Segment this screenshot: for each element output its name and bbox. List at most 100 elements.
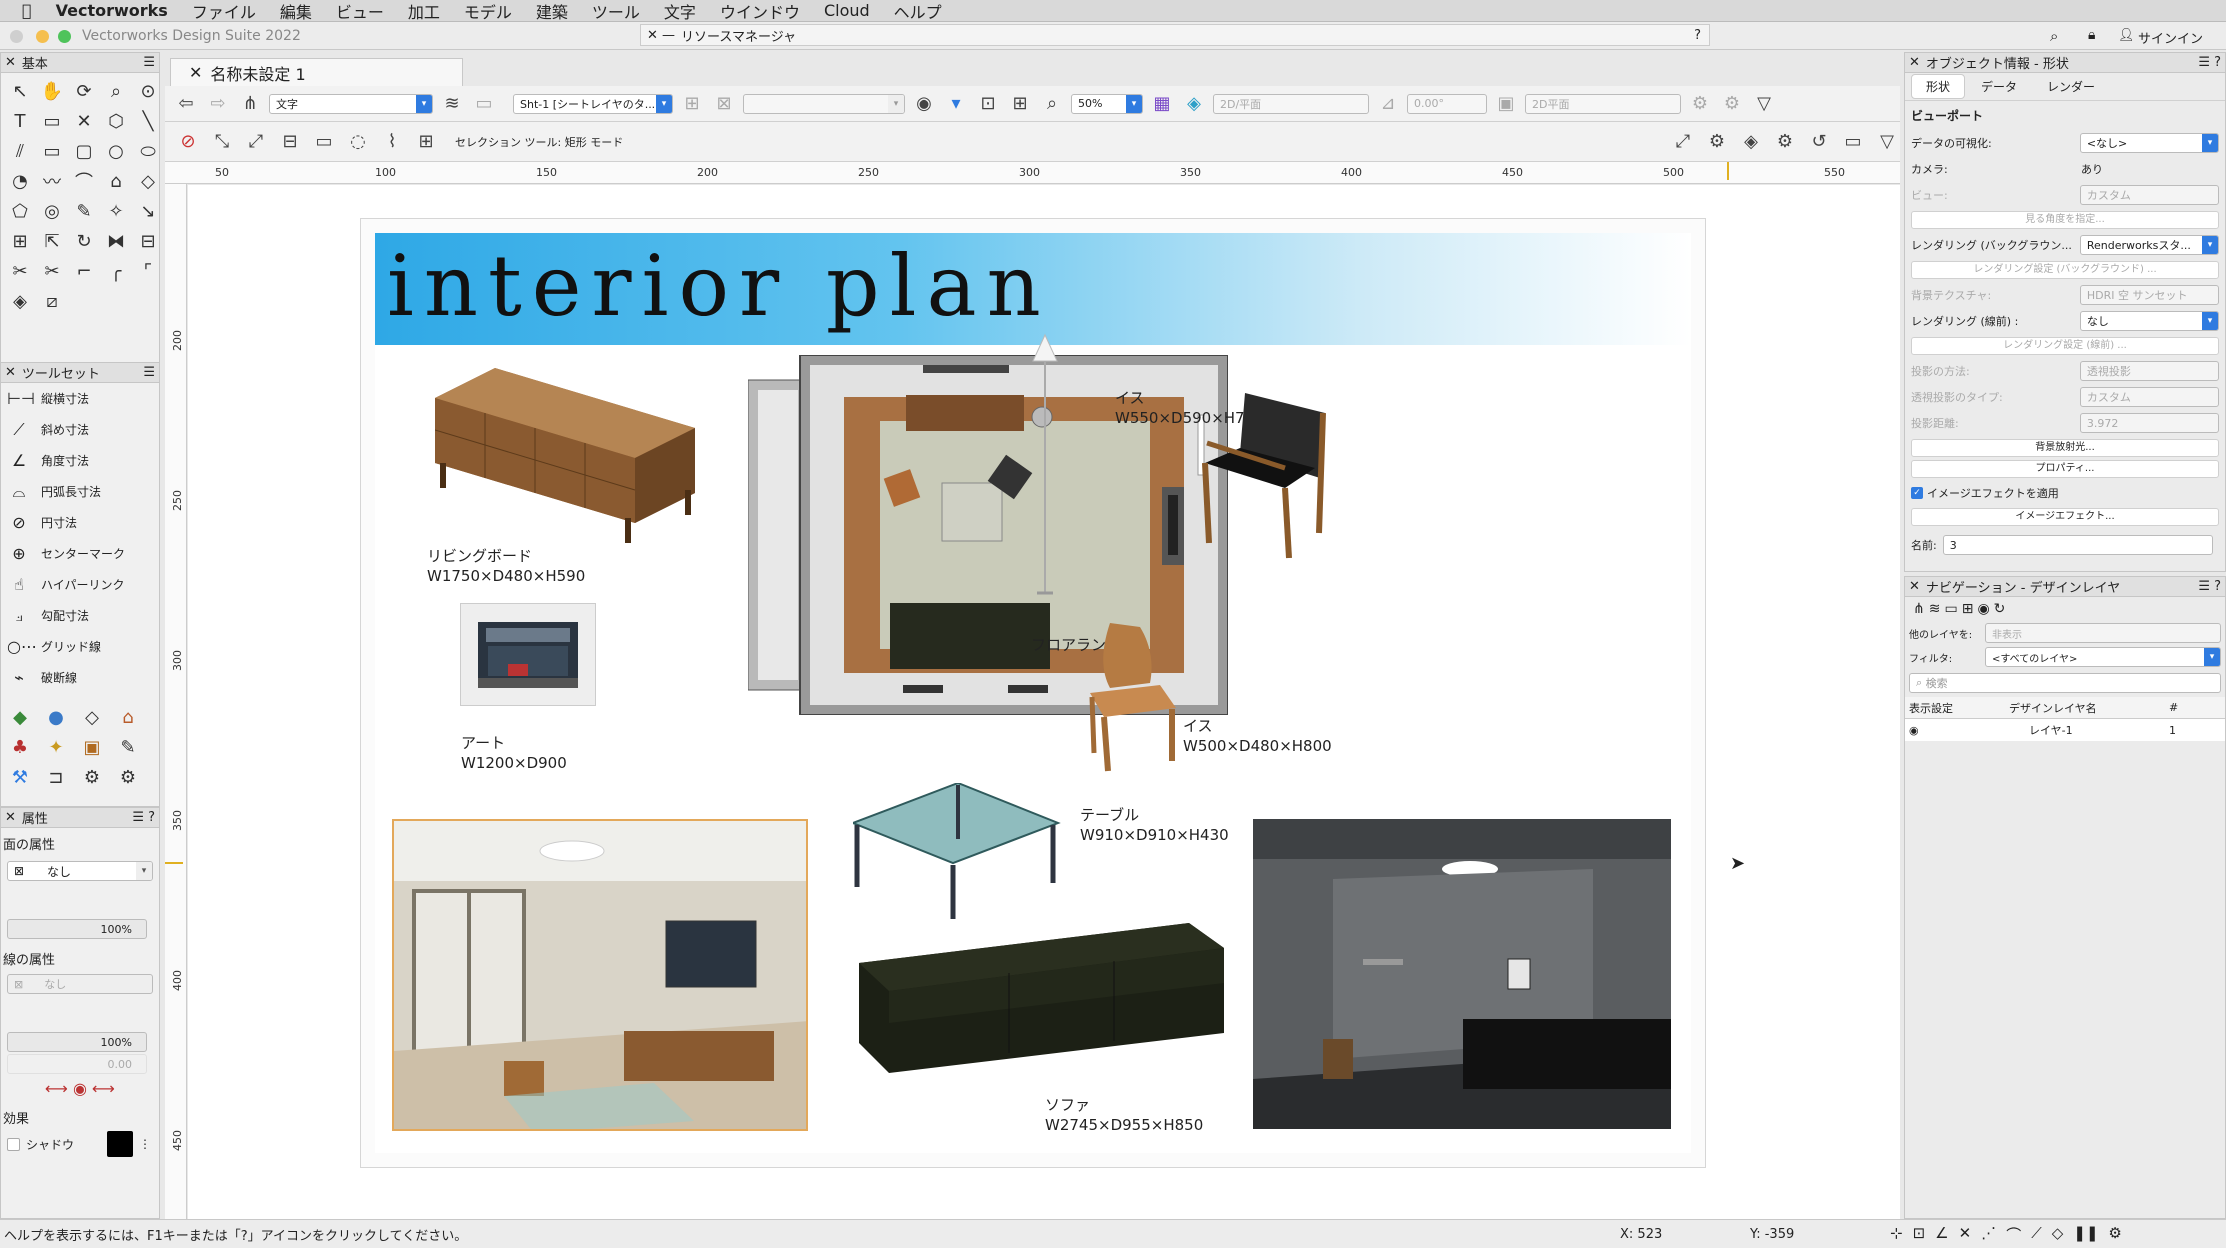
- rectangle-tool-icon[interactable]: ▭: [37, 137, 67, 165]
- menu-modify[interactable]: 加工: [396, 0, 452, 23]
- projection-distance-field[interactable]: 3.972: [2079, 413, 2219, 433]
- layers-icon[interactable]: ≋: [439, 93, 465, 114]
- mirror-tool-icon[interactable]: ⧓: [101, 227, 131, 255]
- sheet-layer-select[interactable]: Sht-1 [シートレイヤのタ... ▾: [513, 93, 673, 114]
- marker-icon[interactable]: ⟷ ◉ ⟷: [1, 1076, 159, 1100]
- 3d-locus-tool-icon[interactable]: ⬡: [101, 107, 131, 135]
- rectangle-mode-icon[interactable]: ▭: [311, 131, 337, 152]
- lighting-icon[interactable]: ✦: [41, 733, 71, 761]
- document-tab[interactable]: ✕ 名称未設定 1: [170, 58, 463, 86]
- render-options-icon[interactable]: ⚙: [1719, 93, 1745, 114]
- display-icon[interactable]: ▭: [1840, 131, 1866, 152]
- close-icon[interactable]: ✕ —: [647, 28, 675, 43]
- lock-icon[interactable]: 🔒︎: [2088, 27, 2095, 43]
- toolset-item[interactable]: ⊘ 円寸法: [1, 507, 159, 538]
- col-visibility[interactable]: 表示設定: [1909, 700, 2009, 716]
- regular-polygon-tool-icon[interactable]: ⬠: [5, 197, 35, 225]
- snap-tangent-icon[interactable]: ⌒: [2006, 1224, 2021, 1245]
- polygon-tool-icon[interactable]: ⌂: [101, 167, 131, 195]
- toolset-item[interactable]: ⟋ 斜め寸法: [1, 414, 159, 445]
- building-icon[interactable]: ⌂: [113, 703, 143, 731]
- snap-settings-icon[interactable]: ⚙: [1772, 131, 1798, 152]
- gear-icon[interactable]: ⚙: [113, 763, 143, 791]
- gear-stack-icon[interactable]: ⚙: [77, 763, 107, 791]
- offset-tool-icon[interactable]: ⊟: [133, 227, 163, 255]
- resize-tool-icon[interactable]: ⊞: [5, 227, 35, 255]
- signin-button[interactable]: サインイン: [2138, 28, 2203, 47]
- menu-window[interactable]: ウインドウ: [708, 0, 812, 23]
- snap-angle-icon[interactable]: ∠: [1935, 1224, 1948, 1245]
- oval-tool-icon[interactable]: ⬭: [133, 137, 163, 165]
- chamfer-tool-icon[interactable]: ⌜: [133, 257, 163, 285]
- layer-visibility-icon[interactable]: ⊞: [679, 93, 705, 114]
- perspective-select[interactable]: カスタム: [2079, 387, 2219, 407]
- selection-tool-icon[interactable]: ↖: [5, 77, 35, 105]
- layer-row[interactable]: ◉ レイヤ-1 1: [1905, 719, 2225, 741]
- spiral-tool-icon[interactable]: ◎: [37, 197, 67, 225]
- toolset-item[interactable]: ⊕ センターマーク: [1, 538, 159, 569]
- layer-options-icon[interactable]: ▭: [471, 93, 497, 114]
- snap-object-icon[interactable]: ⊡: [1913, 1224, 1926, 1245]
- zoom-window-button[interactable]: [58, 30, 71, 43]
- fit-page-icon[interactable]: ⊞: [1007, 93, 1033, 114]
- class-select[interactable]: 文字 ▾: [269, 93, 433, 114]
- design-layers-tab-icon[interactable]: ≋: [1929, 601, 1941, 617]
- class-visibility-icon[interactable]: ⊠: [711, 93, 737, 114]
- close-icon[interactable]: ✕: [189, 63, 202, 82]
- name-field[interactable]: 3: [1942, 535, 2213, 555]
- plane-icon[interactable]: ⊿: [1375, 93, 1401, 114]
- fill-style-select[interactable]: ⊠ なし ▾: [7, 861, 153, 881]
- settings-icon[interactable]: ⚙: [2108, 1224, 2121, 1245]
- snap-mode-icon[interactable]: ⤡: [209, 131, 235, 152]
- projection-select[interactable]: 透視投影: [2079, 361, 2219, 381]
- background-render-settings-button[interactable]: レンダリング設定 (バックグラウンド) ...: [1911, 261, 2219, 279]
- slab-icon[interactable]: ◇: [77, 703, 107, 731]
- line-style-select[interactable]: ⊠ なし: [7, 974, 153, 994]
- menu-cloud[interactable]: Cloud: [812, 1, 882, 20]
- menu-icon[interactable]: ☰: [143, 365, 155, 380]
- lasso-mode-icon[interactable]: ◌: [345, 131, 371, 152]
- settings-icon[interactable]: ⚙: [1704, 131, 1730, 152]
- flyover-tool-icon[interactable]: ⟳: [69, 77, 99, 105]
- menu-text[interactable]: 文字: [652, 0, 708, 23]
- snap-distance-icon[interactable]: ⋰: [1981, 1224, 1996, 1245]
- snap-mode-2-icon[interactable]: ⤢: [243, 131, 269, 152]
- rotate-tool-icon[interactable]: ↻: [69, 227, 99, 255]
- projection-icon[interactable]: ▣: [1493, 93, 1519, 114]
- clip-tool-icon[interactable]: ⧄: [37, 287, 67, 315]
- lighting-options-icon[interactable]: ⚙: [1687, 93, 1713, 114]
- image-effect-button[interactable]: イメージエフェクト...: [1911, 508, 2219, 526]
- menu-icon[interactable]: ☰: [143, 55, 155, 70]
- double-polygon-tool-icon[interactable]: ◇: [133, 167, 163, 195]
- foreground-render-settings-button[interactable]: レンダリング設定 (線前) ...: [1911, 337, 2219, 355]
- search-field[interactable]: ⌕ 検索: [1909, 673, 2221, 693]
- shadow-color-swatch[interactable]: [107, 1131, 133, 1157]
- classes-tab-icon[interactable]: ⋔: [1913, 601, 1925, 617]
- help-button[interactable]: ?: [1694, 28, 1709, 43]
- sheet-layers-tab-icon[interactable]: ▭: [1944, 601, 1957, 617]
- shadow-checkbox[interactable]: [7, 1137, 20, 1151]
- snap-options-icon[interactable]: ◈: [1738, 131, 1764, 152]
- tab-render[interactable]: レンダー: [2033, 75, 2109, 98]
- grid-snap-icon[interactable]: ▦: [1149, 93, 1175, 114]
- menu-file[interactable]: ファイル: [180, 0, 268, 23]
- close-icon[interactable]: ✕: [5, 55, 16, 70]
- wand-tool-icon[interactable]: ✧: [101, 197, 131, 225]
- drawing-area[interactable]: interior plan リビングボード W1750×D480×H590 フロ…: [188, 185, 1900, 1219]
- menu-view[interactable]: ビュー: [324, 0, 396, 23]
- callout-tool-icon[interactable]: ▭: [37, 107, 67, 135]
- close-icon[interactable]: ✕: [5, 365, 16, 380]
- menu-tools[interactable]: ツール: [580, 0, 652, 23]
- background-texture-select[interactable]: HDRI 空 サンセット: [2079, 285, 2219, 305]
- col-layer-name[interactable]: デザインレイヤ名: [2009, 700, 2169, 716]
- attribute-tool-icon[interactable]: ⊙: [133, 77, 163, 105]
- zoom-icon[interactable]: ⌕: [1039, 93, 1065, 114]
- tab-shape[interactable]: 形状: [1911, 74, 1966, 99]
- background-render-select[interactable]: Renderworksスタ... ▾: [2079, 235, 2219, 255]
- menu-icon[interactable]: ☰ ?: [2198, 55, 2221, 70]
- measure-icon[interactable]: ⤢: [1670, 131, 1696, 152]
- toolset-item[interactable]: ⌓ 円弧長寸法: [1, 476, 159, 507]
- background-light-button[interactable]: 背景放射光...: [1911, 439, 2219, 457]
- circle-tool-icon[interactable]: ○: [101, 137, 131, 165]
- snap-grid-icon[interactable]: ⊹: [1890, 1224, 1903, 1245]
